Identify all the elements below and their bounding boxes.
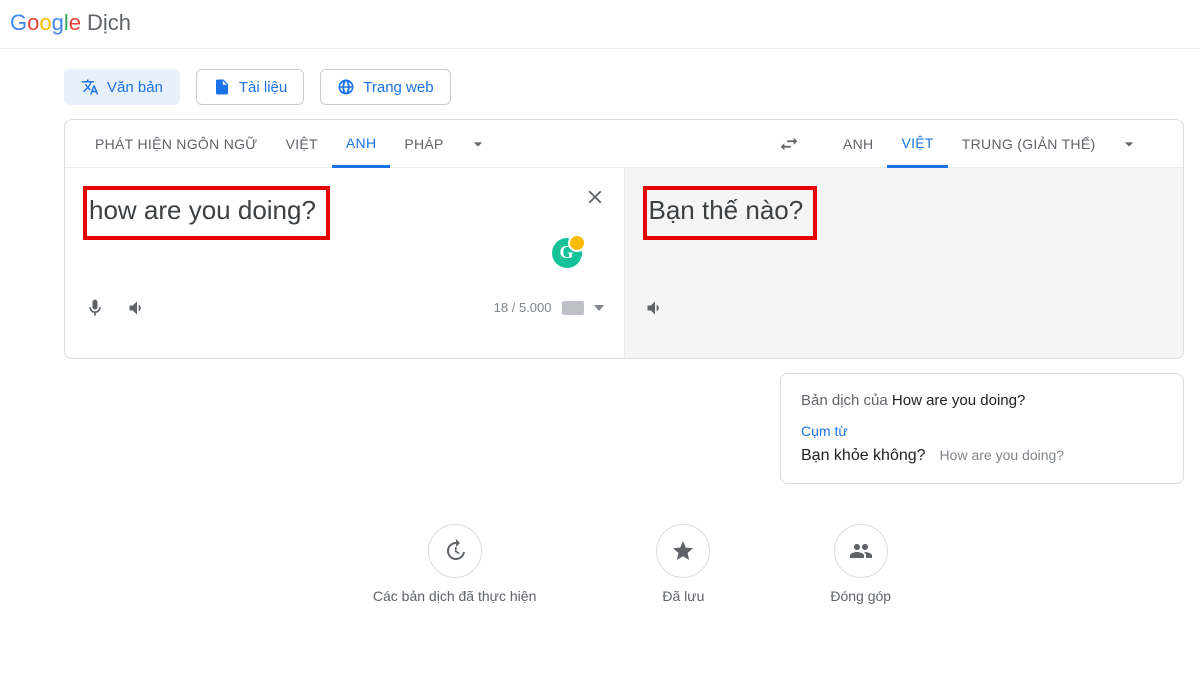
community-icon xyxy=(849,539,873,563)
microphone-icon xyxy=(85,298,105,318)
chevron-down-icon xyxy=(468,134,488,154)
dictionary-title: Bản dịch của How are you doing? xyxy=(801,392,1163,409)
contribute-button[interactable]: Đóng góp xyxy=(830,524,891,604)
dictionary-title-phrase: How are you doing? xyxy=(892,392,1025,409)
source-pane: how are you doing? G xyxy=(65,168,625,358)
tab-text-label: Văn bản xyxy=(107,79,163,96)
source-lang-phap[interactable]: PHÁP xyxy=(390,120,457,168)
google-wordmark: Google xyxy=(10,10,81,36)
source-lang-detect[interactable]: PHÁT HIỆN NGÔN NGỮ xyxy=(81,120,272,168)
listen-target-button[interactable] xyxy=(645,298,665,318)
swap-icon xyxy=(778,133,800,155)
product-name: Dịch xyxy=(87,10,131,36)
dictionary-tag: Cụm từ xyxy=(801,423,1163,439)
tab-websites-label: Trang web xyxy=(363,79,433,96)
contribute-label: Đóng góp xyxy=(830,588,891,604)
tab-documents-label: Tài liệu xyxy=(239,79,287,96)
saved-label: Đã lưu xyxy=(662,588,704,604)
star-icon xyxy=(671,539,695,563)
source-text-input[interactable]: how are you doing? xyxy=(89,195,316,225)
bottom-actions: Các bản dịch đã thực hiện Đã lưu Đóng gó… xyxy=(64,484,1200,604)
char-count: 18 / 5.000 xyxy=(494,300,552,315)
target-text-output: Bạn thế nào? xyxy=(649,195,804,225)
clear-source-button[interactable] xyxy=(584,186,606,213)
dictionary-card: Bản dịch của How are you doing? Cụm từ B… xyxy=(780,373,1184,484)
voice-input-button[interactable] xyxy=(85,298,105,318)
tab-websites[interactable]: Trang web xyxy=(320,69,450,105)
swap-languages-button[interactable] xyxy=(765,133,813,155)
dictionary-title-prefix: Bản dịch của xyxy=(801,392,892,409)
history-label: Các bản dịch đã thực hiện xyxy=(373,588,536,604)
source-lang-group: PHÁT HIỆN NGÔN NGỮ VIỆT ANH PHÁP xyxy=(65,120,765,168)
source-lang-anh[interactable]: ANH xyxy=(332,120,390,168)
history-icon xyxy=(443,539,467,563)
document-icon xyxy=(213,78,231,96)
mode-tabs: Văn bản Tài liệu Trang web xyxy=(64,49,1200,119)
close-icon xyxy=(584,186,606,208)
saved-button[interactable]: Đã lưu xyxy=(656,524,710,604)
listen-source-button[interactable] xyxy=(127,298,147,318)
target-highlight: Bạn thế nào? xyxy=(645,188,816,238)
grammarly-badge[interactable]: G xyxy=(552,238,582,268)
grammarly-icon: G xyxy=(559,242,573,263)
target-lang-more[interactable] xyxy=(1109,134,1149,154)
dictionary-translation[interactable]: Bạn khỏe không? xyxy=(801,447,926,465)
source-lang-more[interactable] xyxy=(458,134,498,154)
speaker-icon xyxy=(127,298,147,318)
target-lang-group: ANH VIỆT TRUNG (GIẢN THỂ) xyxy=(813,120,1183,168)
speaker-icon xyxy=(645,298,665,318)
target-lang-anh[interactable]: ANH xyxy=(829,120,887,168)
globe-icon xyxy=(337,78,355,96)
tab-text[interactable]: Văn bản xyxy=(64,69,180,105)
language-bar: PHÁT HIỆN NGÔN NGỮ VIỆT ANH PHÁP ANH VIỆ… xyxy=(65,120,1183,168)
translate-panel: PHÁT HIỆN NGÔN NGỮ VIỆT ANH PHÁP ANH VIỆ… xyxy=(64,119,1184,359)
dictionary-back-translation: How are you doing? xyxy=(940,447,1065,463)
translate-icon xyxy=(81,78,99,96)
chevron-down-icon xyxy=(1119,134,1139,154)
tab-documents[interactable]: Tài liệu xyxy=(196,69,304,105)
app-logo: Google Dịch xyxy=(10,10,1190,36)
keyboard-dropdown-icon[interactable] xyxy=(594,305,604,311)
history-button[interactable]: Các bản dịch đã thực hiện xyxy=(373,524,536,604)
keyboard-icon[interactable] xyxy=(562,301,584,315)
target-pane: Bạn thế nào? xyxy=(625,168,1184,358)
source-highlight: how are you doing? xyxy=(85,188,328,238)
target-lang-viet[interactable]: VIỆT xyxy=(887,120,947,168)
target-lang-trung[interactable]: TRUNG (GIẢN THỂ) xyxy=(948,120,1110,168)
source-lang-viet[interactable]: VIỆT xyxy=(272,120,332,168)
